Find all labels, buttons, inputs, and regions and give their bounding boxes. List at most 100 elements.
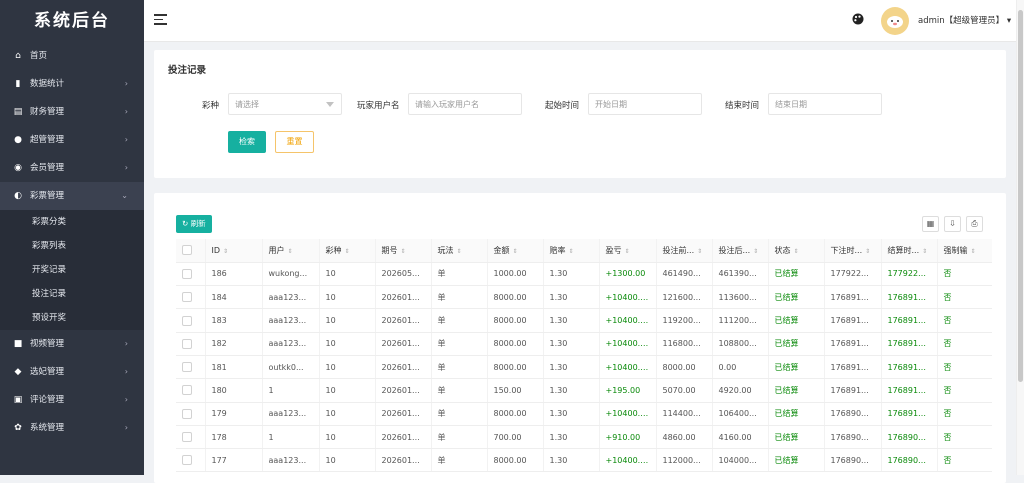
row-checkbox[interactable] bbox=[182, 268, 192, 279]
row-checkbox[interactable] bbox=[182, 315, 192, 326]
sidebar-item-system[interactable]: ✿ 系统管理 › bbox=[0, 414, 144, 442]
table-cell: 176891... bbox=[824, 378, 882, 403]
sort-icon[interactable]: ⇕ bbox=[625, 248, 630, 255]
sidebar-item-stats[interactable]: ▮ 数据统计 › bbox=[0, 70, 144, 98]
table-cell: 202601... bbox=[375, 332, 432, 356]
user-menu[interactable]: admin【超级管理员】 ▾ bbox=[918, 14, 1011, 26]
table-cell: 1.30 bbox=[543, 402, 600, 426]
chevron-right-icon: › bbox=[124, 423, 128, 432]
table-cell: 10 bbox=[319, 308, 376, 333]
table-cell: 202601... bbox=[375, 448, 432, 473]
sidebar-item-label: 选妃管理 bbox=[30, 367, 65, 377]
table-cell: 1.30 bbox=[543, 425, 600, 450]
table-cell: 否 bbox=[937, 425, 992, 450]
sidebar-item-lottery[interactable]: ◐ 彩票管理 ⌄ bbox=[0, 182, 144, 210]
submenu-lottery-category[interactable]: 彩票分类 bbox=[0, 210, 144, 234]
row-checkbox[interactable] bbox=[182, 292, 192, 303]
table-row: 182 aaa123... 10 202601... 单 8000.00 1.30 +1040… bbox=[176, 332, 992, 356]
player-username-input[interactable]: 请输入玩家用户名 bbox=[408, 93, 522, 115]
column-header[interactable]: 状态 ⇕ bbox=[768, 239, 825, 263]
sidebar-item-home[interactable]: ⌂ 首页 bbox=[0, 42, 144, 70]
row-checkbox[interactable] bbox=[182, 408, 192, 419]
column-header[interactable]: 赔率 ⇕ bbox=[543, 239, 600, 263]
reset-button[interactable]: 重置 bbox=[275, 131, 314, 153]
palette-icon[interactable] bbox=[852, 13, 864, 25]
table-cell: 否 bbox=[937, 402, 992, 426]
submenu-draw-records[interactable]: 开奖记录 bbox=[0, 258, 144, 282]
menu-toggle-icon[interactable] bbox=[154, 14, 167, 25]
table-cell: 1768910041 bbox=[881, 402, 938, 426]
row-checkbox[interactable] bbox=[182, 455, 192, 466]
sort-icon[interactable]: ⇕ bbox=[457, 248, 462, 255]
table-cell: 单 bbox=[431, 285, 488, 310]
end-date-input[interactable]: 结束日期 bbox=[768, 93, 882, 115]
column-header[interactable]: 投注前... ⇕ bbox=[656, 239, 713, 263]
submenu-bet-records[interactable]: 投注记录 bbox=[0, 282, 144, 306]
row-checkbox[interactable] bbox=[182, 432, 192, 443]
table-cell: 114400... bbox=[656, 402, 713, 426]
scrollbar-thumb[interactable] bbox=[1018, 10, 1023, 382]
sidebar-item-admin[interactable]: ● 超管管理 › bbox=[0, 126, 144, 154]
sidebar: 系统后台 ⌂ 首页 ▮ 数据统计 › ▤ 财务管理 › ● 超管管理 › ◉ 会员管理 › ◐ 彩票… bbox=[0, 0, 144, 475]
comment-icon: ▣ bbox=[13, 395, 23, 405]
row-checkbox[interactable] bbox=[182, 338, 192, 349]
column-header[interactable]: 强制输 ⇕ bbox=[937, 239, 992, 263]
sidebar-item-comments[interactable]: ▣ 评论管理 › bbox=[0, 386, 144, 414]
table-cell: 否 bbox=[937, 308, 992, 333]
table-cell: 单 bbox=[431, 378, 488, 403]
sort-icon[interactable]: ⇕ bbox=[513, 248, 518, 255]
sidebar-item-finance[interactable]: ▤ 财务管理 › bbox=[0, 98, 144, 126]
sort-icon[interactable]: ⇕ bbox=[401, 248, 406, 255]
search-button[interactable]: 检索 bbox=[228, 131, 266, 153]
column-header[interactable]: 金额 ⇕ bbox=[487, 239, 544, 263]
column-header-label: 投注后... bbox=[718, 245, 751, 255]
select-all-checkbox[interactable] bbox=[182, 245, 192, 256]
table-cell: aaa123... bbox=[262, 332, 320, 356]
table-cell: +10400.00 bbox=[599, 402, 657, 426]
submenu-lottery-list[interactable]: 彩票列表 bbox=[0, 234, 144, 258]
column-header-label: 状态 bbox=[774, 245, 791, 255]
column-header-label: 下注时... bbox=[830, 245, 863, 255]
table-cell: 1.30 bbox=[543, 355, 600, 380]
sidebar-item-label: 会员管理 bbox=[30, 163, 65, 173]
sort-icon[interactable]: ⇕ bbox=[922, 248, 927, 255]
table-cell: 111200... bbox=[712, 308, 769, 333]
sidebar-item-label: 视频管理 bbox=[30, 339, 65, 349]
refresh-button[interactable]: ↻ 刷新 bbox=[176, 215, 212, 233]
export-icon[interactable]: ⇩ bbox=[944, 216, 961, 232]
sort-icon[interactable]: ⇕ bbox=[971, 248, 976, 255]
avatar[interactable] bbox=[881, 7, 909, 35]
column-header[interactable]: 投注后... ⇕ bbox=[712, 239, 769, 263]
sidebar-item-video[interactable]: ■ 视频管理 › bbox=[0, 330, 144, 358]
sort-icon[interactable]: ⇕ bbox=[753, 248, 758, 255]
start-date-input[interactable]: 开始日期 bbox=[588, 93, 702, 115]
column-header[interactable]: 下注时... ⇕ bbox=[824, 239, 882, 263]
sort-icon[interactable]: ⇕ bbox=[697, 248, 702, 255]
row-checkbox[interactable] bbox=[182, 362, 192, 373]
columns-icon[interactable]: ▦ bbox=[922, 216, 939, 232]
sidebar-item-select[interactable]: ◆ 选妃管理 › bbox=[0, 358, 144, 386]
page-title: 投注记录 bbox=[168, 65, 207, 76]
column-header[interactable]: 彩种 ⇕ bbox=[319, 239, 376, 263]
column-header[interactable]: ID ⇕ bbox=[205, 239, 263, 263]
column-header[interactable]: 玩法 ⇕ bbox=[431, 239, 488, 263]
column-header[interactable]: 用户 ⇕ bbox=[262, 239, 320, 263]
sort-icon[interactable]: ⇕ bbox=[865, 248, 870, 255]
column-header[interactable]: 期号 ⇕ bbox=[375, 239, 432, 263]
submenu-preset-draw[interactable]: 预设开奖 bbox=[0, 306, 144, 330]
lottery-select[interactable]: 请选择 bbox=[228, 93, 342, 115]
table-cell: 202601... bbox=[375, 285, 432, 310]
column-header[interactable]: 盈亏 ⇕ bbox=[599, 239, 657, 263]
sort-icon[interactable]: ⇕ bbox=[794, 248, 799, 255]
column-header[interactable]: 结算时... ⇕ bbox=[881, 239, 938, 263]
sort-icon[interactable]: ⇕ bbox=[223, 248, 228, 255]
table-cell: 否 bbox=[937, 378, 992, 403]
sort-icon[interactable]: ⇕ bbox=[288, 248, 293, 255]
sort-icon[interactable]: ⇕ bbox=[345, 248, 350, 255]
row-checkbox[interactable] bbox=[182, 385, 192, 396]
sidebar-item-members[interactable]: ◉ 会员管理 › bbox=[0, 154, 144, 182]
print-icon[interactable]: ⎙ bbox=[966, 216, 983, 232]
caret-down-icon bbox=[326, 102, 334, 107]
table-cell: 121600... bbox=[656, 285, 713, 310]
sort-icon[interactable]: ⇕ bbox=[569, 248, 574, 255]
